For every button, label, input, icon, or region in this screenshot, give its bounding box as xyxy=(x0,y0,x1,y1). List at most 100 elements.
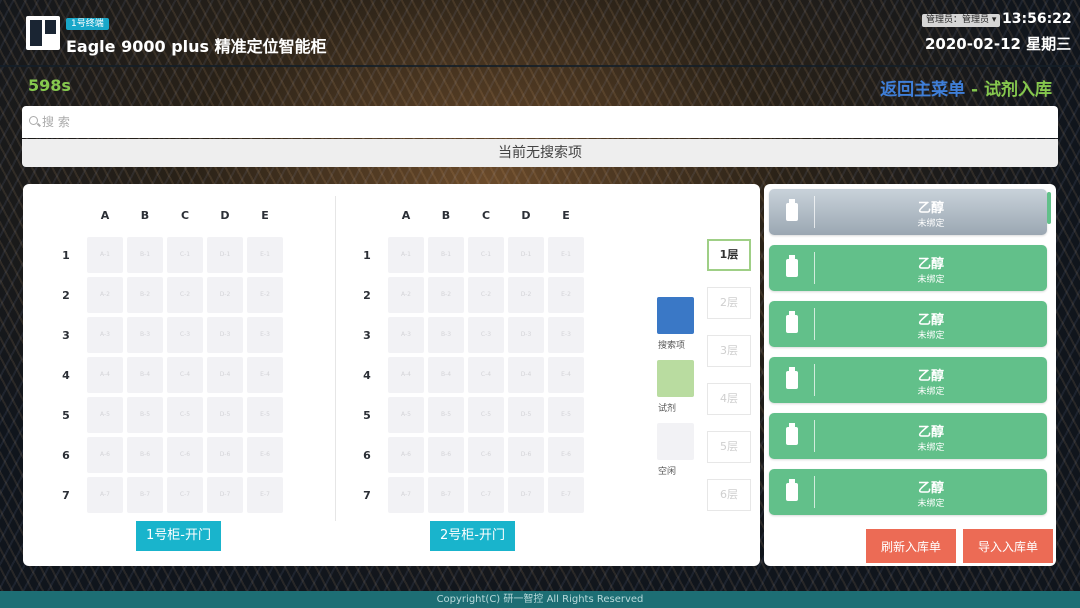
storage-cell[interactable]: A-6 xyxy=(388,437,424,473)
storage-cell[interactable]: D-7 xyxy=(207,477,243,513)
storage-cell[interactable]: B-2 xyxy=(428,277,464,313)
storage-cell[interactable]: D-1 xyxy=(207,237,243,273)
storage-cell[interactable]: D-2 xyxy=(207,277,243,313)
storage-cell[interactable]: C-3 xyxy=(468,317,504,353)
storage-cell[interactable]: D-2 xyxy=(508,277,544,313)
storage-cell[interactable]: A-7 xyxy=(388,477,424,513)
storage-cell[interactable]: A-1 xyxy=(87,237,123,273)
storage-cell[interactable]: A-7 xyxy=(87,477,123,513)
bottle-icon xyxy=(786,311,798,333)
storage-cell[interactable]: B-2 xyxy=(127,277,163,313)
storage-cell[interactable]: A-3 xyxy=(87,317,123,353)
storage-cell[interactable]: B-5 xyxy=(127,397,163,433)
storage-cell[interactable]: C-1 xyxy=(167,237,203,273)
storage-cell[interactable]: E-1 xyxy=(548,237,584,273)
storage-cell[interactable]: A-3 xyxy=(388,317,424,353)
storage-cell[interactable]: B-1 xyxy=(428,237,464,273)
storage-cell[interactable]: D-1 xyxy=(508,237,544,273)
storage-cell[interactable]: E-2 xyxy=(548,277,584,313)
bottle-icon xyxy=(786,479,798,501)
reagent-name: 乙醇 xyxy=(917,425,944,440)
storage-cell[interactable]: D-3 xyxy=(207,317,243,353)
storage-cell[interactable]: E-4 xyxy=(548,357,584,393)
storage-cell[interactable]: E-6 xyxy=(247,437,283,473)
storage-cell[interactable]: D-6 xyxy=(207,437,243,473)
storage-cell[interactable]: D-5 xyxy=(207,397,243,433)
storage-cell[interactable]: D-4 xyxy=(207,357,243,393)
reagent-card[interactable]: 乙醇 未绑定 xyxy=(769,245,1047,291)
storage-cell[interactable]: C-7 xyxy=(468,477,504,513)
storage-cell[interactable]: E-2 xyxy=(247,277,283,313)
storage-cell[interactable]: A-2 xyxy=(87,277,123,313)
storage-cell[interactable]: D-5 xyxy=(508,397,544,433)
layer-4-button[interactable]: 4层 xyxy=(707,383,751,415)
reagent-card[interactable]: 乙醇 未绑定 xyxy=(769,301,1047,347)
row-label: 1 xyxy=(62,249,70,262)
storage-cell[interactable]: C-2 xyxy=(468,277,504,313)
layer-3-button[interactable]: 3层 xyxy=(707,335,751,367)
storage-cell[interactable]: B-6 xyxy=(428,437,464,473)
storage-cell[interactable]: A-6 xyxy=(87,437,123,473)
storage-cell[interactable]: E-4 xyxy=(247,357,283,393)
storage-cell[interactable]: C-2 xyxy=(167,277,203,313)
refresh-inbound-list-button[interactable]: 刷新入库单 xyxy=(866,529,956,563)
cabinet-2-open-button[interactable]: 2号柜-开门 xyxy=(430,521,515,551)
layer-1-button[interactable]: 1层 xyxy=(707,239,751,271)
storage-cell[interactable]: A-4 xyxy=(388,357,424,393)
layer-6-button[interactable]: 6层 xyxy=(707,479,751,511)
reagent-card[interactable]: 乙醇 未绑定 xyxy=(769,413,1047,459)
reagent-card[interactable]: 乙醇 未绑定 xyxy=(769,357,1047,403)
storage-cell[interactable]: C-5 xyxy=(468,397,504,433)
layer-5-button[interactable]: 5层 xyxy=(707,431,751,463)
storage-cell[interactable]: C-7 xyxy=(167,477,203,513)
storage-cell[interactable]: E-7 xyxy=(247,477,283,513)
storage-cell[interactable]: E-3 xyxy=(548,317,584,353)
storage-cell[interactable]: C-3 xyxy=(167,317,203,353)
storage-cell[interactable]: E-6 xyxy=(548,437,584,473)
reagent-card[interactable]: 乙醇 未绑定 xyxy=(769,469,1047,515)
storage-cell[interactable]: E-7 xyxy=(548,477,584,513)
storage-cell[interactable]: B-3 xyxy=(428,317,464,353)
storage-cell[interactable]: E-5 xyxy=(548,397,584,433)
storage-cell[interactable]: D-7 xyxy=(508,477,544,513)
layer-2-button[interactable]: 2层 xyxy=(707,287,751,319)
reagent-name: 乙醇 xyxy=(917,481,944,496)
storage-cell[interactable]: A-2 xyxy=(388,277,424,313)
cabinet-1-open-button[interactable]: 1号柜-开门 xyxy=(136,521,221,551)
storage-cell[interactable]: D-6 xyxy=(508,437,544,473)
storage-cell[interactable]: B-3 xyxy=(127,317,163,353)
search-input[interactable] xyxy=(42,110,1042,134)
storage-cell[interactable]: E-3 xyxy=(247,317,283,353)
bottle-icon xyxy=(786,255,798,277)
row-label: 2 xyxy=(363,289,371,302)
storage-cell[interactable]: B-1 xyxy=(127,237,163,273)
storage-cell[interactable]: E-5 xyxy=(247,397,283,433)
storage-cell[interactable]: B-4 xyxy=(127,357,163,393)
storage-cell[interactable]: B-5 xyxy=(428,397,464,433)
row-label: 5 xyxy=(62,409,70,422)
admin-user-menu[interactable]: 管理员：管理员 ▾ xyxy=(922,14,1001,27)
storage-cell[interactable]: B-7 xyxy=(428,477,464,513)
search-bar[interactable] xyxy=(22,106,1058,138)
storage-cell[interactable]: C-1 xyxy=(468,237,504,273)
reagent-list-scrollbar[interactable] xyxy=(1047,192,1051,224)
reagent-card[interactable]: 乙醇 未绑定 xyxy=(769,189,1047,235)
row-label: 7 xyxy=(62,489,70,502)
storage-cell[interactable]: C-6 xyxy=(167,437,203,473)
storage-cell[interactable]: B-4 xyxy=(428,357,464,393)
storage-cell[interactable]: B-6 xyxy=(127,437,163,473)
import-inbound-list-button[interactable]: 导入入库单 xyxy=(963,529,1053,563)
storage-cell[interactable]: D-3 xyxy=(508,317,544,353)
storage-cell[interactable]: C-5 xyxy=(167,397,203,433)
storage-cell[interactable]: B-7 xyxy=(127,477,163,513)
storage-cell[interactable]: A-1 xyxy=(388,237,424,273)
storage-cell[interactable]: C-4 xyxy=(468,357,504,393)
storage-cell[interactable]: C-4 xyxy=(167,357,203,393)
storage-cell[interactable]: A-5 xyxy=(87,397,123,433)
storage-cell[interactable]: D-4 xyxy=(508,357,544,393)
storage-cell[interactable]: A-5 xyxy=(388,397,424,433)
storage-cell[interactable]: C-6 xyxy=(468,437,504,473)
back-to-main-menu-link[interactable]: 返回主菜单 xyxy=(880,80,965,100)
storage-cell[interactable]: E-1 xyxy=(247,237,283,273)
storage-cell[interactable]: A-4 xyxy=(87,357,123,393)
